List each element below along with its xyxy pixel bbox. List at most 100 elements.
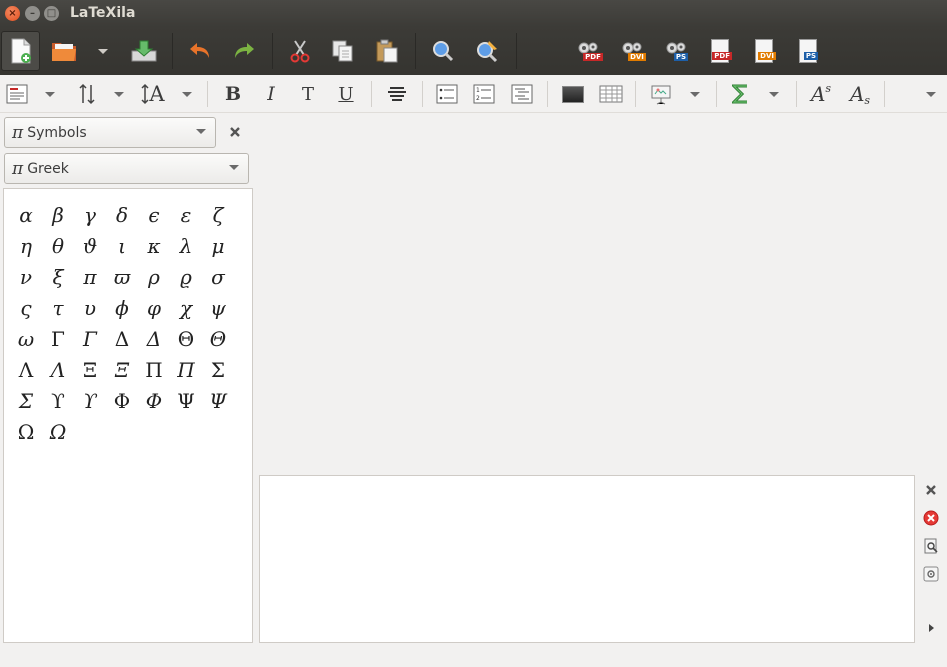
cut-button[interactable] <box>284 33 316 69</box>
greek-symbol[interactable]: τ <box>42 293 74 324</box>
build-pdf-button[interactable]: PDF <box>573 35 603 67</box>
greek-symbol[interactable]: ϒ <box>74 386 106 417</box>
greek-symbol[interactable]: θ <box>42 231 74 262</box>
greek-symbol[interactable]: ς <box>10 293 42 324</box>
greek-symbol[interactable]: ϑ <box>74 231 106 262</box>
font-size-dropdown[interactable] <box>180 81 194 107</box>
undo-button[interactable] <box>184 33 216 69</box>
greek-symbol[interactable]: Λ <box>10 355 42 386</box>
close-bottom-panel-button[interactable] <box>922 481 940 499</box>
window-maximize-button[interactable]: □ <box>44 6 59 21</box>
enumerate-button[interactable]: 12 <box>471 81 497 107</box>
copy-button[interactable] <box>327 33 359 69</box>
presentation-dropdown[interactable] <box>688 81 702 107</box>
view-dvi-button[interactable]: DVI <box>750 35 778 67</box>
greek-symbol[interactable]: λ <box>170 231 202 262</box>
superscript-button[interactable]: As <box>806 81 836 107</box>
expand-panel-button[interactable] <box>922 619 940 637</box>
greek-symbol[interactable]: ε <box>170 200 202 231</box>
symbol-category-combo[interactable]: π Greek <box>4 153 249 184</box>
greek-symbol[interactable]: Φ <box>106 386 138 417</box>
greek-symbol[interactable]: Δ <box>106 324 138 355</box>
find-replace-button[interactable] <box>471 33 503 69</box>
window-minimize-button[interactable]: – <box>25 6 40 21</box>
itemize-button[interactable] <box>434 81 460 107</box>
underline-button[interactable]: U <box>333 81 359 107</box>
greek-symbol[interactable]: ν <box>10 262 42 293</box>
toolbar-overflow-dropdown[interactable] <box>924 81 938 107</box>
greek-symbol[interactable]: Ω <box>42 417 74 448</box>
sectioning-dropdown[interactable] <box>43 81 57 107</box>
greek-symbol[interactable]: η <box>10 231 42 262</box>
greek-symbol[interactable]: Ψ <box>202 386 234 417</box>
jump-to-file-button[interactable] <box>922 537 940 555</box>
build-options-button[interactable] <box>922 565 940 583</box>
subscript-button[interactable]: As <box>845 81 875 107</box>
greek-symbol[interactable]: δ <box>106 200 138 231</box>
greek-symbol[interactable]: Θ <box>170 324 202 355</box>
greek-symbol[interactable]: Ω <box>10 417 42 448</box>
stop-build-button[interactable] <box>922 509 940 527</box>
greek-symbol[interactable]: ω <box>10 324 42 355</box>
greek-symbol[interactable]: Γ <box>74 324 106 355</box>
greek-symbol[interactable]: γ <box>74 200 106 231</box>
open-recent-dropdown[interactable] <box>95 45 111 57</box>
greek-symbol[interactable]: φ <box>138 293 170 324</box>
greek-symbol[interactable]: ι <box>106 231 138 262</box>
greek-symbol[interactable]: υ <box>74 293 106 324</box>
math-button[interactable] <box>728 81 754 107</box>
find-button[interactable] <box>427 33 459 69</box>
greek-symbol[interactable]: Ψ <box>170 386 202 417</box>
save-button[interactable] <box>127 33 161 69</box>
greek-symbol[interactable]: ψ <box>202 293 234 324</box>
view-pdf-button[interactable]: PDF <box>706 35 734 67</box>
math-dropdown[interactable] <box>767 81 781 107</box>
figure-button[interactable] <box>559 81 587 107</box>
bold-button[interactable]: B <box>220 81 246 107</box>
greek-symbol[interactable]: α <box>10 200 42 231</box>
font-size-button[interactable]: A <box>138 81 168 107</box>
greek-symbol[interactable]: β <box>42 200 74 231</box>
spacing-dropdown[interactable] <box>112 81 126 107</box>
greek-symbol[interactable]: σ <box>202 262 234 293</box>
spacing-button[interactable] <box>74 81 100 107</box>
view-ps-button[interactable]: PS <box>794 35 822 67</box>
close-side-panel-button[interactable] <box>226 123 244 141</box>
presentation-button[interactable] <box>647 81 675 107</box>
paste-button[interactable] <box>371 33 403 69</box>
greek-symbol[interactable]: ϕ <box>106 293 138 324</box>
center-button[interactable] <box>383 81 411 107</box>
greek-symbol[interactable]: Λ <box>42 355 74 386</box>
greek-symbol[interactable]: Π <box>170 355 202 386</box>
greek-symbol[interactable]: π <box>74 262 106 293</box>
greek-symbol[interactable]: ϵ <box>138 200 170 231</box>
greek-symbol[interactable]: ξ <box>42 262 74 293</box>
greek-symbol[interactable]: Γ <box>42 324 74 355</box>
table-button[interactable] <box>597 81 625 107</box>
redo-button[interactable] <box>228 33 260 69</box>
new-document-button[interactable] <box>1 31 40 71</box>
build-ps-button[interactable]: PS <box>661 35 691 67</box>
greek-symbol[interactable]: μ <box>202 231 234 262</box>
greek-symbol[interactable]: Σ <box>10 386 42 417</box>
greek-symbol[interactable]: Ξ <box>74 355 106 386</box>
open-button[interactable] <box>48 33 80 69</box>
greek-symbol[interactable]: Δ <box>138 324 170 355</box>
greek-symbol[interactable]: ϒ <box>42 386 74 417</box>
build-dvi-button[interactable]: DVI <box>617 35 647 67</box>
greek-symbol[interactable]: χ <box>170 293 202 324</box>
greek-symbol[interactable]: κ <box>138 231 170 262</box>
greek-symbol[interactable]: ρ <box>138 262 170 293</box>
greek-symbol[interactable]: Π <box>138 355 170 386</box>
sectioning-button[interactable] <box>4 81 30 107</box>
greek-symbol[interactable]: Θ <box>202 324 234 355</box>
greek-symbol[interactable]: Σ <box>202 355 234 386</box>
italic-button[interactable]: I <box>258 81 284 107</box>
greek-symbol[interactable]: Ξ <box>106 355 138 386</box>
greek-symbol[interactable]: ζ <box>202 200 234 231</box>
description-button[interactable] <box>509 81 535 107</box>
window-close-button[interactable]: × <box>5 6 20 21</box>
greek-symbol[interactable]: Φ <box>138 386 170 417</box>
typewriter-button[interactable]: T <box>295 81 321 107</box>
side-panel-component-combo[interactable]: π Symbols <box>4 117 216 148</box>
